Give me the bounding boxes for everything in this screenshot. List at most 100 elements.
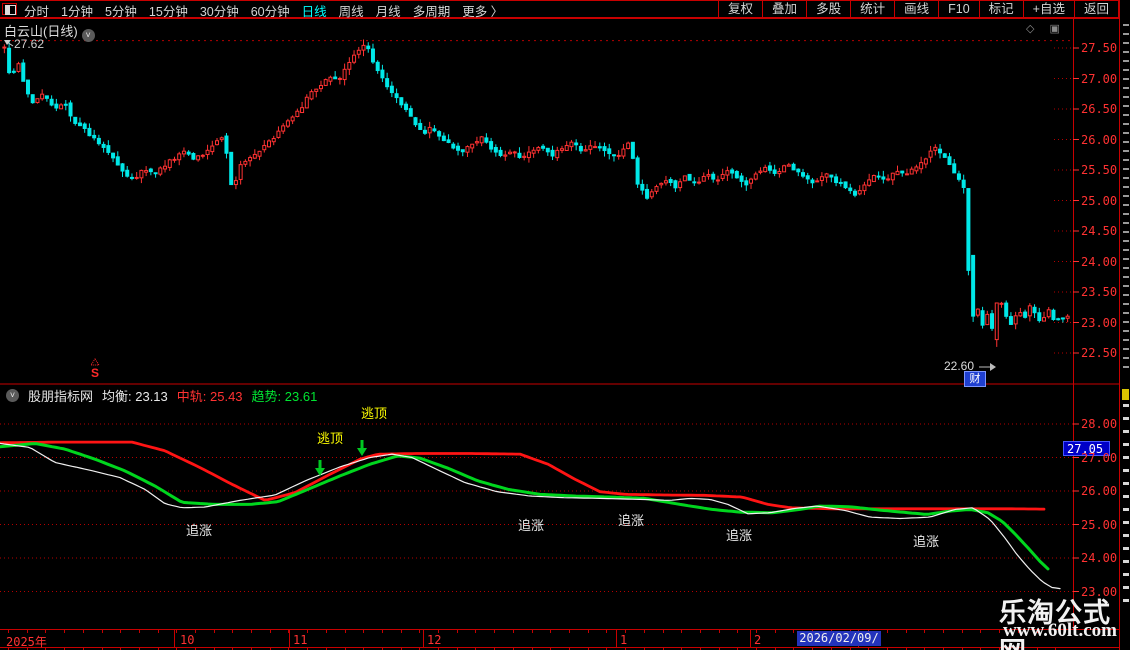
indicator-axis-label: 28.00 <box>1081 417 1118 431</box>
candle-body <box>11 70 16 73</box>
price-axis-label: 25.00 <box>1081 193 1118 208</box>
time-axis-tick <box>980 630 981 633</box>
candle-body <box>356 49 361 55</box>
indicator-line-趋势 <box>0 442 1050 571</box>
candle-body <box>191 153 196 160</box>
candle-body <box>408 108 413 117</box>
toolbar-item-多周期[interactable]: 多周期 <box>413 1 451 20</box>
candle-body <box>219 137 224 141</box>
candle-body <box>295 110 300 117</box>
time-axis-tick <box>363 630 364 633</box>
candle-body <box>739 175 744 182</box>
candle-body <box>73 116 78 124</box>
candle-body <box>229 151 234 186</box>
toolbar-item-标记[interactable]: 标记 <box>980 1 1024 18</box>
candle-body <box>139 169 144 179</box>
candle-body <box>621 148 626 157</box>
right-strip-marks <box>1123 404 1129 604</box>
candle-body <box>536 147 541 151</box>
candle-body <box>654 186 659 192</box>
candle-body <box>611 154 616 157</box>
candle-body <box>337 77 342 80</box>
toolbar-item-日线[interactable]: 日线 <box>302 1 327 20</box>
candle-body <box>16 63 21 72</box>
candle-body <box>796 168 801 173</box>
candle-body <box>432 128 437 132</box>
toolbar-item-多股[interactable]: 多股 <box>807 1 852 18</box>
toolbar-item-F10[interactable]: F10 <box>939 1 980 18</box>
candle-body <box>35 98 40 104</box>
news-badge[interactable]: 财 <box>964 371 986 387</box>
toolbar-item-15分钟[interactable]: 15分钟 <box>149 1 188 20</box>
candle-body <box>318 85 323 90</box>
chase-rise-label: 追涨 <box>186 523 213 538</box>
window-control-icons[interactable]: ◇ ▣ <box>1026 22 1066 35</box>
candle-body <box>522 155 527 158</box>
toolbar-item-周线[interactable]: 周线 <box>339 1 364 20</box>
chase-rise-label: 追涨 <box>913 534 940 549</box>
candle-body <box>985 313 990 326</box>
toolbar-item-月线[interactable]: 月线 <box>376 1 401 20</box>
time-axis[interactable]: 2025年 10 11 12 1 2 <box>0 629 1130 650</box>
toolbar-item-返回[interactable]: 返回 <box>1075 1 1119 18</box>
candle-body <box>380 69 385 79</box>
chevron-down-icon[interactable]: ˅ <box>6 389 19 402</box>
time-axis-tick <box>924 630 925 633</box>
candle-body <box>871 175 876 183</box>
toolbar-item-5分钟[interactable]: 5分钟 <box>105 1 137 20</box>
down-arrow-icon <box>360 440 364 449</box>
right-edge-toolbar[interactable] <box>1119 0 1130 650</box>
candle-body <box>942 153 947 158</box>
candle-body <box>956 173 961 180</box>
chase-rise-label: 追涨 <box>726 528 753 543</box>
candle-body <box>749 178 754 184</box>
candle-body <box>687 173 692 181</box>
candle-body <box>153 172 158 175</box>
candle-body <box>772 169 777 174</box>
toolbar-item-+自选[interactable]: +自选 <box>1024 1 1075 18</box>
time-axis-tick <box>251 630 252 633</box>
indicator-line-中轨 <box>0 440 1046 511</box>
time-axis-tick <box>83 630 84 633</box>
candle-body <box>512 151 517 154</box>
price-axis-label: 23.50 <box>1081 285 1118 299</box>
time-axis-tick <box>139 630 140 633</box>
indicator-value: 均衡: 23.13 <box>102 389 168 404</box>
candle-body <box>649 191 654 198</box>
candle-body <box>196 155 201 161</box>
time-axis-tick <box>345 630 346 633</box>
down-arrow-icon <box>318 460 322 469</box>
candle-body <box>144 170 149 173</box>
toolbar-item-叠加[interactable]: 叠加 <box>763 1 808 18</box>
candle-body <box>645 188 650 199</box>
candle-body <box>361 44 366 51</box>
toolbar-item-分时[interactable]: 分时 <box>24 1 49 20</box>
time-axis-tick <box>569 630 570 633</box>
time-axis-tick <box>625 630 626 633</box>
toolbar-item-统计[interactable]: 统计 <box>851 1 896 18</box>
chart-canvas[interactable] <box>0 0 1130 650</box>
candle-body <box>44 95 49 99</box>
toolbar-item-60分钟[interactable]: 60分钟 <box>251 1 290 20</box>
candle-body <box>290 116 295 122</box>
toolbar-item-画线[interactable]: 画线 <box>895 1 940 18</box>
toolbar-item-1分钟[interactable]: 1分钟 <box>61 1 93 20</box>
candle-body <box>1004 302 1009 317</box>
price-axis-label: 24.50 <box>1081 224 1118 238</box>
down-arrow-icon <box>315 468 325 476</box>
toolbar-item-30分钟[interactable]: 30分钟 <box>200 1 239 20</box>
time-axis-tick <box>700 630 701 633</box>
candle-body <box>54 103 59 109</box>
candle-body <box>994 302 999 341</box>
candle-body <box>616 154 621 157</box>
price-axis-label: 26.50 <box>1081 102 1118 116</box>
toolbar-item-复权[interactable]: 复权 <box>719 1 764 18</box>
chevron-down-icon[interactable]: ˅ <box>81 29 95 42</box>
toolbar-item-更多 〉[interactable]: 更多 〉 <box>462 1 503 20</box>
candle-body <box>300 107 305 114</box>
candle-body <box>895 170 900 176</box>
candle-body <box>607 148 612 155</box>
candle-body <box>484 137 489 143</box>
candle-body <box>215 140 220 146</box>
layout-icon[interactable] <box>2 3 17 15</box>
